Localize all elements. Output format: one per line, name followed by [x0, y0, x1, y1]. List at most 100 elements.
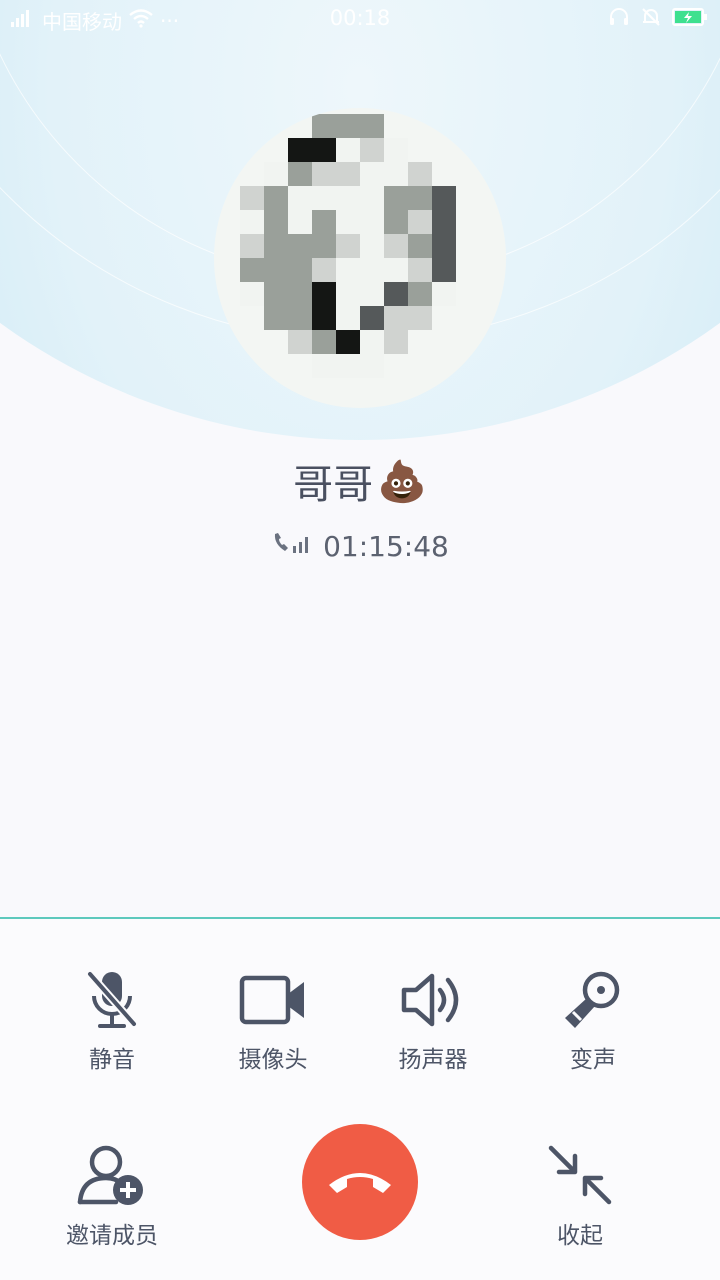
avatar-pixel	[312, 186, 336, 210]
camera-button[interactable]: 摄像头	[223, 968, 323, 1074]
avatar-pixel	[312, 282, 336, 306]
speaker-icon	[398, 968, 468, 1032]
avatar-pixel	[312, 234, 336, 258]
avatar-pixel	[360, 282, 384, 306]
avatar-pixel	[360, 258, 384, 282]
avatar-pixel	[336, 354, 360, 378]
avatar-pixel	[312, 258, 336, 282]
avatar-pixel	[384, 234, 408, 258]
collapse-icon	[545, 1142, 615, 1208]
avatar-pixel	[408, 282, 432, 306]
avatar-pixel	[360, 138, 384, 162]
avatar-pixel	[408, 234, 432, 258]
avatar-pixel	[360, 186, 384, 210]
avatar-pixel	[384, 186, 408, 210]
avatar-pixel	[384, 138, 408, 162]
hangup-icon	[325, 1165, 395, 1199]
avatar-pixel	[336, 186, 360, 210]
mic-off-icon	[82, 968, 142, 1032]
speaker-button[interactable]: 扬声器	[383, 968, 483, 1074]
contact-emoji: 💩	[377, 458, 427, 505]
avatar-pixel	[384, 282, 408, 306]
collapse-button[interactable]: 收起	[530, 1142, 630, 1250]
avatar-pixel	[288, 186, 312, 210]
avatar-pixel	[384, 306, 408, 330]
avatar-pixel	[264, 306, 288, 330]
avatar-pixel	[432, 186, 456, 210]
headset-icon	[608, 6, 630, 33]
avatar-pixel	[432, 282, 456, 306]
avatar-pixel	[360, 354, 384, 378]
avatar-pixel	[288, 330, 312, 354]
mute-button[interactable]: 静音	[62, 968, 162, 1074]
avatar-pixel	[288, 210, 312, 234]
video-camera-icon	[238, 968, 308, 1032]
avatar-pixel	[336, 162, 360, 186]
avatar-pixel	[360, 210, 384, 234]
add-user-icon	[76, 1142, 148, 1208]
avatar-pixel	[288, 234, 312, 258]
avatar-pixel	[336, 330, 360, 354]
avatar-pixel	[336, 210, 360, 234]
avatar-pixel	[408, 258, 432, 282]
hangup-button[interactable]	[302, 1124, 418, 1240]
avatar-pixel	[408, 306, 432, 330]
avatar-pixel	[264, 282, 288, 306]
status-bar: 中国移动 ··· 00:18	[0, 0, 720, 38]
avatar-pixel	[360, 162, 384, 186]
speaker-label: 扬声器	[398, 1047, 468, 1073]
avatar-pixel	[288, 138, 312, 162]
invite-member-button[interactable]: 邀请成员	[52, 1142, 172, 1250]
mute-label: 静音	[89, 1047, 135, 1073]
avatar-pixel	[408, 210, 432, 234]
avatar-pixel	[432, 258, 456, 282]
avatar-pixel	[336, 114, 360, 138]
avatar-pixel	[312, 354, 336, 378]
avatar-pixel	[432, 210, 456, 234]
avatar-pixel	[264, 162, 288, 186]
avatar-pixel	[312, 210, 336, 234]
call-duration: 01:15:48	[323, 530, 449, 563]
avatar-pixel	[360, 114, 384, 138]
avatar-pixel	[240, 210, 264, 234]
avatar-pixel	[336, 138, 360, 162]
avatar-pixel	[240, 186, 264, 210]
battery-charging-icon	[672, 7, 708, 32]
avatar-pixel	[432, 234, 456, 258]
avatar-pixel	[312, 330, 336, 354]
contact-name: 哥哥	[293, 462, 374, 508]
avatar-pixel	[360, 330, 384, 354]
avatar-pixel	[288, 306, 312, 330]
avatar-pixel	[264, 234, 288, 258]
avatar-pixel	[240, 282, 264, 306]
camera-label: 摄像头	[238, 1047, 308, 1073]
avatar-pixel	[360, 234, 384, 258]
avatar-pixel	[312, 138, 336, 162]
avatar-pixel	[408, 186, 432, 210]
avatar-pixel	[264, 210, 288, 234]
avatar-pixel	[360, 306, 384, 330]
voice-change-button[interactable]: 变声	[543, 968, 643, 1074]
contact-avatar	[214, 108, 506, 408]
collapse-label: 收起	[557, 1223, 603, 1249]
avatar-pixel	[264, 186, 288, 210]
avatar-pixel	[336, 282, 360, 306]
avatar-pixel	[312, 162, 336, 186]
avatar-pixel	[336, 234, 360, 258]
avatar-pixel	[336, 258, 360, 282]
avatar-pixel	[408, 162, 432, 186]
microphone-icon	[561, 968, 625, 1032]
contact-name-row: 哥哥 💩	[0, 452, 720, 510]
avatar-pixel	[384, 162, 408, 186]
avatar-pixel	[384, 330, 408, 354]
avatar-pixel	[336, 306, 360, 330]
avatar-pixel	[240, 258, 264, 282]
avatar-pixel	[288, 258, 312, 282]
avatar-pixel	[384, 258, 408, 282]
call-duration-row: 01:15:48	[0, 530, 720, 563]
avatar-pixel	[288, 162, 312, 186]
avatar-pixel	[240, 234, 264, 258]
avatar-pixel	[264, 258, 288, 282]
call-signal-icon	[271, 530, 313, 563]
avatar-pixel	[384, 210, 408, 234]
